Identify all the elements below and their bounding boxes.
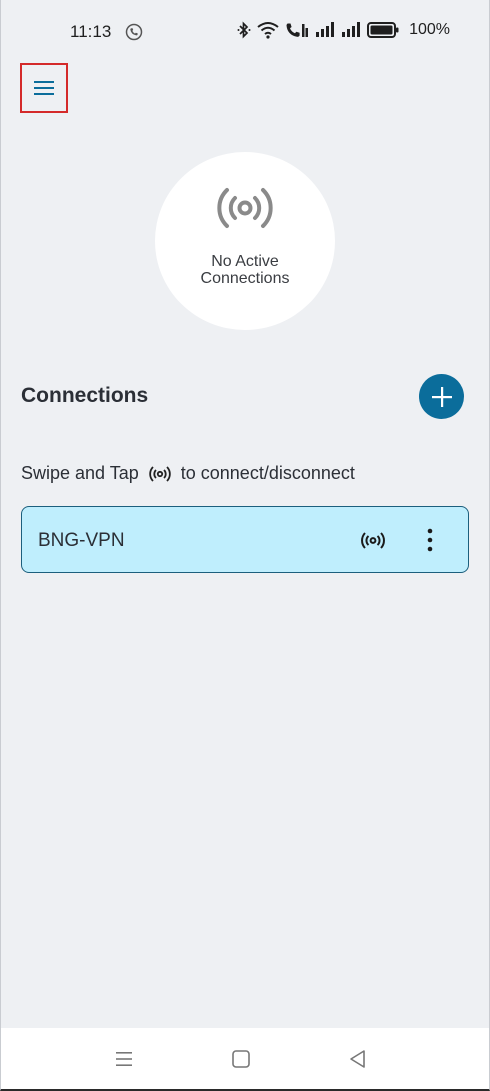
connection-name: BNG-VPN xyxy=(38,530,125,551)
signal-icon xyxy=(316,22,335,37)
plus-icon xyxy=(431,386,452,407)
signal-icon xyxy=(342,22,361,37)
hint-text-before: Swipe and Tap xyxy=(21,463,139,483)
back-icon[interactable] xyxy=(347,1048,369,1070)
broadcast-icon[interactable] xyxy=(361,532,385,549)
connections-title: Connections xyxy=(21,384,149,407)
system-nav-bar xyxy=(1,1028,489,1089)
status-bar: 11:13 100% xyxy=(0,0,490,64)
broadcast-icon xyxy=(217,188,273,228)
status-icons: 100% xyxy=(237,21,450,39)
connect-hint: Swipe and Tap to connect/disconnect xyxy=(21,463,355,484)
home-icon[interactable] xyxy=(230,1048,252,1070)
hint-text-after: to connect/disconnect xyxy=(180,463,355,483)
battery-icon xyxy=(367,22,399,38)
add-connection-button[interactable] xyxy=(419,374,464,419)
wifi-icon xyxy=(257,22,279,39)
status-text-line1: No Active xyxy=(211,253,279,270)
volte-call-icon xyxy=(286,23,309,37)
connection-item[interactable]: BNG-VPN xyxy=(21,506,469,573)
broadcast-icon xyxy=(149,465,171,482)
battery-level: 100% xyxy=(409,21,450,38)
status-time: 11:13 xyxy=(70,22,112,41)
phone-call-icon xyxy=(125,23,143,41)
connection-status: No Active Connections xyxy=(155,152,335,330)
more-vert-icon[interactable] xyxy=(420,527,440,553)
menu-button[interactable] xyxy=(20,63,68,113)
recents-icon[interactable] xyxy=(113,1048,135,1070)
hamburger-menu-icon xyxy=(34,81,54,95)
bluetooth-icon xyxy=(237,21,251,39)
status-text-line2: Connections xyxy=(200,270,290,287)
